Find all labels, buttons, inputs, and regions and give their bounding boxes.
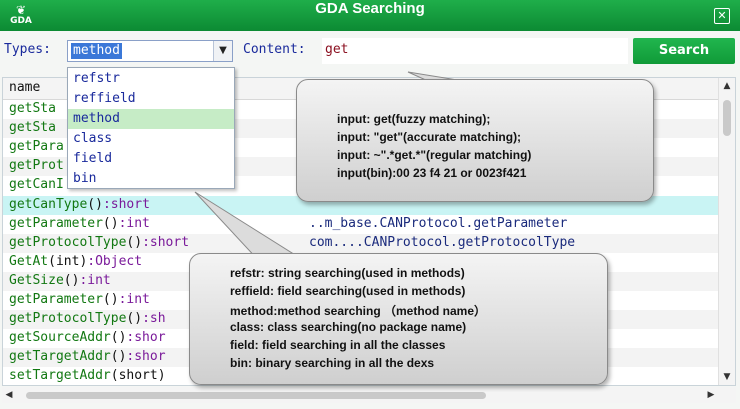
dropdown-option-label: reffield — [73, 91, 136, 106]
callout-line: input: ~".*get.*"(regular matching) — [337, 148, 532, 162]
callout-line: class: class searching(no package name) — [230, 320, 467, 334]
callout-line: refstr: string searching(used in methods… — [230, 266, 465, 280]
dropdown-option-label: class — [73, 131, 113, 146]
dropdown-option-label: bin — [73, 171, 97, 186]
dropdown-option-label: refstr — [73, 71, 120, 86]
dropdown-option-reffield[interactable]: reffield — [68, 89, 234, 109]
dropdown-option-bin[interactable]: bin — [68, 169, 234, 189]
dropdown-option-method[interactable]: method — [68, 109, 234, 129]
types-dropdown-list: refstr reffield method class field bin — [67, 67, 235, 189]
dropdown-option-field[interactable]: field — [68, 149, 234, 169]
dropdown-option-class[interactable]: class — [68, 129, 234, 149]
callout-line: reffield: field searching(used in method… — [230, 284, 466, 298]
callout-line: input(bin):00 23 f4 21 or 0023f421 — [337, 166, 527, 180]
dropdown-option-label: method — [73, 111, 120, 126]
callout-line: bin: binary searching in all the dexs — [230, 356, 435, 370]
callout-bottom-pointer — [194, 191, 302, 263]
dropdown-option-label: field — [73, 151, 113, 166]
dropdown-option-refstr[interactable]: refstr — [68, 69, 234, 89]
callout-bottom: refstr: string searching(used in methods… — [189, 253, 608, 385]
callout-top: input: get(fuzzy matching); input: "get"(… — [296, 79, 654, 202]
gda-search-window: ❦ GDA GDA Searching ✕ Types: method ▼ Co… — [0, 0, 740, 409]
callout-line: input: "get"(accurate matching); — [337, 130, 522, 144]
callout-line: field: field searching in all the classe… — [230, 338, 446, 352]
callout-line: input: get(fuzzy matching); — [337, 112, 491, 126]
callout-line: method:method searching （method name） — [230, 304, 487, 318]
